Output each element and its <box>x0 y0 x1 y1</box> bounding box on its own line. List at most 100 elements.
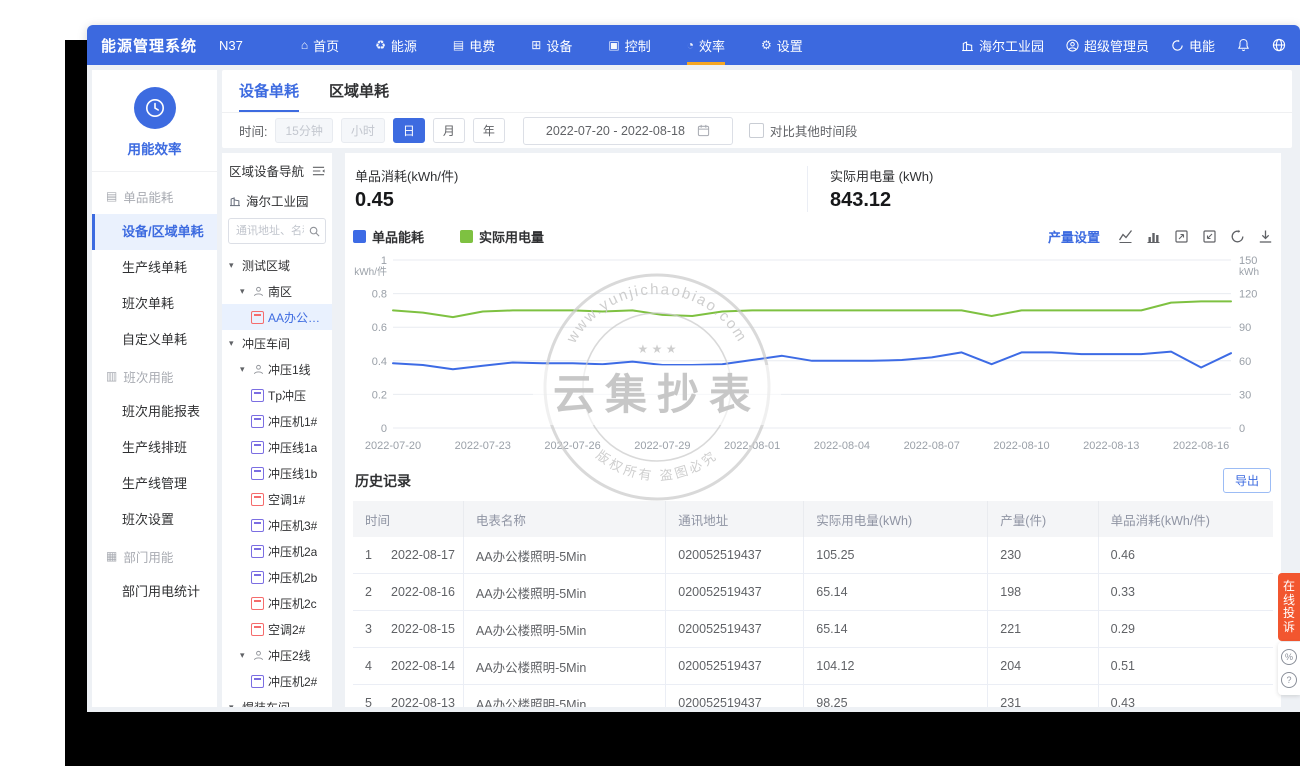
meter-icon <box>251 440 264 454</box>
nav-item-device[interactable]: ⊞ 设备 <box>531 25 572 65</box>
tree-node[interactable]: 冲压线1b <box>222 460 332 486</box>
chart-wrap: 0 0.2 0.4 0.6 0.8 1 0 30 60 90 120 150 kWh/件 kWh 2022-… <box>353 250 1273 458</box>
tree-node[interactable]: Tp冲压 <box>222 382 332 408</box>
energy-mode-switch[interactable]: 电能 <box>1171 36 1215 55</box>
caret-down-icon[interactable]: ▾ <box>229 338 238 349</box>
tree-node[interactable]: 冲压机2c <box>222 590 332 616</box>
chart-canvas[interactable]: 0 0.2 0.4 0.6 0.8 1 0 30 60 90 120 150 kWh/件 kWh 2022-… <box>353 250 1273 458</box>
person-icon <box>253 364 264 375</box>
nav-item-settings[interactable]: ⚙ 设置 <box>761 25 803 65</box>
sidebar-item[interactable]: 生产线单耗 <box>92 250 217 286</box>
tree-node[interactable]: 空调2# <box>222 616 332 642</box>
nav-item-energy[interactable]: ♻ 能源 <box>375 25 417 65</box>
caret-down-icon[interactable]: ▾ <box>229 260 238 271</box>
bar-chart-icon[interactable] <box>1146 229 1161 244</box>
sidebar-item[interactable]: 自定义单耗 <box>92 322 217 358</box>
tree-node[interactable]: 冲压机2a <box>222 538 332 564</box>
caret-down-icon[interactable]: ▾ <box>229 702 238 708</box>
compare-label: 对比其他时间段 <box>769 125 858 139</box>
tree-node[interactable]: ▾ 冲压1线 <box>222 356 332 382</box>
dept-icon: ▦ <box>106 549 118 563</box>
meter-icon <box>251 492 264 506</box>
granularity-button[interactable]: 月 <box>432 118 465 143</box>
granularity-button[interactable]: 日 <box>392 118 425 143</box>
tree-node[interactable]: 冲压线1a <box>222 434 332 460</box>
globe-icon[interactable] <box>1272 38 1286 52</box>
sidebar-item[interactable]: 班次单耗 <box>92 286 217 322</box>
output-settings-link[interactable]: 产量设置 <box>1048 227 1100 246</box>
svg-text:30: 30 <box>1239 389 1251 401</box>
nav-item-home[interactable]: ⌂ 首页 <box>301 25 339 65</box>
device-icon: ⊞ <box>531 38 542 52</box>
park-selector[interactable]: 海尔工业园 <box>961 36 1044 55</box>
tree-node[interactable]: ▾ 南区 <box>222 278 332 304</box>
legend-item[interactable]: 单品能耗 <box>353 227 424 246</box>
nav-item-bill[interactable]: ▤ 电费 <box>453 25 495 65</box>
sidebar-item[interactable]: 班次用能报表 <box>92 394 217 430</box>
download-icon[interactable] <box>1258 229 1273 244</box>
tree-node[interactable]: 冲压机1# <box>222 408 332 434</box>
tree-node[interactable]: 冲压机2# <box>222 668 332 694</box>
svg-text:2022-08-16: 2022-08-16 <box>1173 440 1229 452</box>
granularity-button: 15分钟 <box>275 118 333 143</box>
refresh-icon[interactable] <box>1230 229 1245 244</box>
tab-active[interactable]: 设备单耗 <box>239 80 300 112</box>
online-complaint-tab[interactable]: 在线投诉 <box>1278 573 1300 641</box>
efficiency-icon: ◔ <box>686 38 694 52</box>
backdrop-left <box>65 40 87 766</box>
caret-down-icon[interactable]: ▾ <box>240 286 249 297</box>
compare-checkbox[interactable]: 对比其他时间段 <box>748 121 858 140</box>
collapse-panel-icon[interactable] <box>312 165 325 177</box>
meter-icon <box>251 414 264 428</box>
tree-node[interactable]: ▾ 冲压车间 <box>222 330 332 356</box>
granularity-group: 15分钟 小时日月年 <box>275 118 505 143</box>
user-role: 超级管理员 <box>1083 38 1149 54</box>
tree-node[interactable]: ▾ 冲压2线 <box>222 642 332 668</box>
help-icon[interactable]: ? <box>1281 672 1297 688</box>
switch-refresh-icon <box>1171 39 1184 52</box>
chart-header: 单品能耗 实际用电量 产量设置 <box>353 216 1273 250</box>
export-button[interactable]: 导出 <box>1222 468 1271 493</box>
tree-node[interactable]: ▾焊装车间 <box>222 694 332 708</box>
stat-actual-energy: 实际用电量 (kWh) 843.12 <box>807 166 933 212</box>
legend-item[interactable]: 实际用电量 <box>460 227 544 246</box>
tree-node[interactable]: 冲压机2b <box>222 564 332 590</box>
sidebar-item[interactable]: 生产线管理 <box>92 466 217 502</box>
tree-node[interactable]: 冲压机3# <box>222 512 332 538</box>
menu-section-header[interactable]: ▤ 单品能耗 <box>92 178 217 214</box>
service-icon[interactable]: % <box>1281 649 1297 665</box>
tree-search-input[interactable] <box>234 224 306 238</box>
nav-item-control[interactable]: ▣ 控制 <box>608 25 650 65</box>
menu-section-header[interactable]: ▦ 部门用能 <box>92 538 217 574</box>
search-icon[interactable] <box>309 226 320 237</box>
nav-item-efficiency[interactable]: ◔ 效率 <box>686 25 725 65</box>
svg-text:0.8: 0.8 <box>372 289 387 301</box>
sidebar-item[interactable]: 部门用电统计 <box>92 574 217 610</box>
stat-label: 实际用电量 (kWh) <box>830 169 934 184</box>
sidebar-item[interactable]: 班次设置 <box>92 502 217 538</box>
top-navbar: 能源管理系统 N37 ⌂ 首页 ♻ 能源 ▤ 电费 ⊞ 设备 ▣ 控制 ◔ 效率 ⚙ 设置 海尔工业园 超… <box>87 25 1300 65</box>
sidebar-item[interactable]: 设备/区域单耗 <box>92 214 217 250</box>
tree-title: 区域设备导航 <box>229 165 305 179</box>
caret-down-icon[interactable]: ▾ <box>240 650 249 661</box>
tree-root[interactable]: 海尔工业园 <box>222 180 332 218</box>
date-range-input[interactable]: 2022-07-20 - 2022-08-18 <box>522 116 733 145</box>
sidebar-item[interactable]: 生产线排班 <box>92 430 217 466</box>
svg-text:2022-07-20: 2022-07-20 <box>365 440 421 452</box>
menu-section-header[interactable]: ▥ 班次用能 <box>92 358 217 394</box>
tree-node[interactable]: ▾ 测试区域 <box>222 252 332 278</box>
caret-down-icon[interactable]: ▾ <box>240 364 249 375</box>
tree-node[interactable]: AA办公楼照明... <box>222 304 332 330</box>
tree-node[interactable]: 空调1# <box>222 486 332 512</box>
line-chart-icon[interactable] <box>1118 229 1133 244</box>
bell-icon[interactable] <box>1237 38 1250 52</box>
granularity-button[interactable]: 年 <box>472 118 505 143</box>
user-menu[interactable]: 超级管理员 <box>1066 36 1149 55</box>
restore-icon[interactable] <box>1202 229 1217 244</box>
zoom-icon[interactable] <box>1174 229 1189 244</box>
chart-legend: 单品能耗 实际用电量 <box>353 227 544 246</box>
svg-text:0: 0 <box>1239 423 1245 435</box>
svg-text:1: 1 <box>381 255 387 267</box>
tab-inactive[interactable]: 区域单耗 <box>329 80 389 112</box>
checkbox-box[interactable] <box>748 123 764 138</box>
